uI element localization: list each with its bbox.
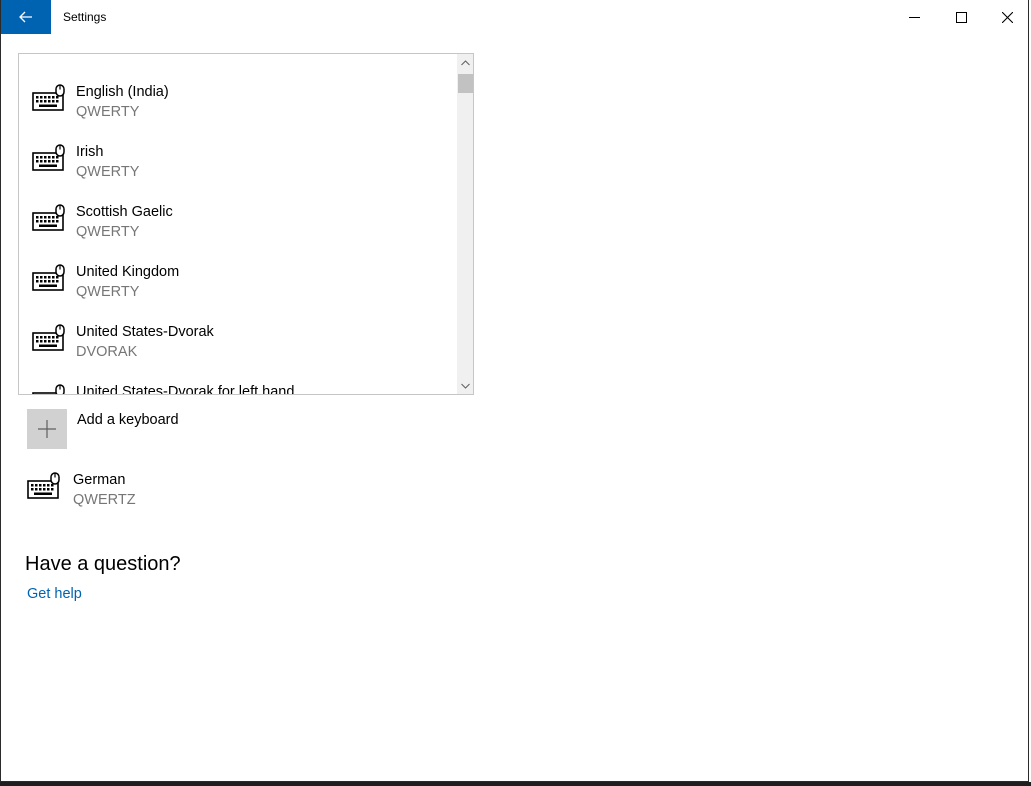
keyboard-icon	[32, 384, 65, 394]
minimize-button[interactable]	[891, 0, 937, 34]
keyboard-name: United Kingdom	[76, 264, 180, 280]
list-item[interactable]: United States-Dvorak DVORAK	[19, 303, 457, 363]
add-keyboard-button[interactable]: Add a keyboard	[27, 409, 327, 449]
vertical-scrollbar[interactable]	[457, 54, 473, 394]
list-item[interactable]: Scottish Gaelic QWERTY	[19, 183, 457, 243]
close-icon	[1001, 11, 1013, 23]
close-button[interactable]	[984, 0, 1030, 34]
keyboard-name: United States-Dvorak	[76, 324, 214, 340]
keyboard-icon	[32, 144, 65, 171]
keyboard-icon	[27, 472, 60, 499]
keyboard-name: Scottish Gaelic	[76, 204, 173, 220]
keyboard-icon	[32, 264, 65, 291]
scroll-thumb[interactable]	[458, 74, 473, 93]
keyboard-name: United States-Dvorak for left hand	[76, 384, 295, 395]
help-heading: Have a question?	[25, 553, 181, 575]
list-item[interactable]: United Kingdom QWERTY	[19, 243, 457, 303]
maximize-button[interactable]	[938, 0, 984, 34]
list-item[interactable]: Irish QWERTY	[19, 123, 457, 183]
keyboard-icon	[32, 324, 65, 351]
keyboard-icon	[32, 204, 65, 231]
installed-keyboard-german[interactable]: German QWERTZ	[27, 466, 327, 516]
get-help-link[interactable]: Get help	[27, 586, 82, 602]
keyboard-layout: QWERTZ	[73, 492, 136, 508]
title-bar: Settings	[1, 0, 1030, 34]
keyboard-layout: QWERTY	[76, 284, 140, 300]
window-bottom-edge	[0, 782, 1031, 786]
keyboard-list[interactable]: English (India) QWERTY Irish QWERTY Scot…	[18, 53, 474, 395]
keyboard-name: English (India)	[76, 84, 169, 100]
list-item[interactable]: English (India) QWERTY	[19, 63, 457, 123]
list-item[interactable]: United States-Dvorak for left hand	[19, 363, 457, 395]
window-title: Settings	[63, 10, 107, 24]
scroll-up-button[interactable]	[457, 54, 473, 71]
scroll-down-button[interactable]	[457, 377, 473, 394]
keyboard-layout: QWERTY	[76, 164, 140, 180]
plus-icon	[38, 420, 56, 438]
keyboard-name: German	[73, 472, 126, 488]
keyboard-layout: QWERTY	[76, 224, 140, 240]
add-keyboard-tile[interactable]	[27, 409, 67, 449]
arrow-left-icon	[19, 11, 32, 23]
maximize-icon	[955, 11, 967, 23]
keyboard-name: Irish	[76, 144, 104, 160]
keyboard-layout: QWERTY	[76, 104, 140, 120]
settings-window: Settings English (India) QWERTY Irish QW…	[0, 0, 1029, 782]
chevron-up-icon	[460, 59, 470, 65]
add-keyboard-label: Add a keyboard	[77, 412, 179, 428]
keyboard-layout: DVORAK	[76, 344, 138, 360]
back-button[interactable]	[1, 0, 51, 34]
keyboard-icon	[32, 84, 65, 111]
minimize-icon	[908, 16, 920, 18]
chevron-down-icon	[460, 383, 470, 389]
